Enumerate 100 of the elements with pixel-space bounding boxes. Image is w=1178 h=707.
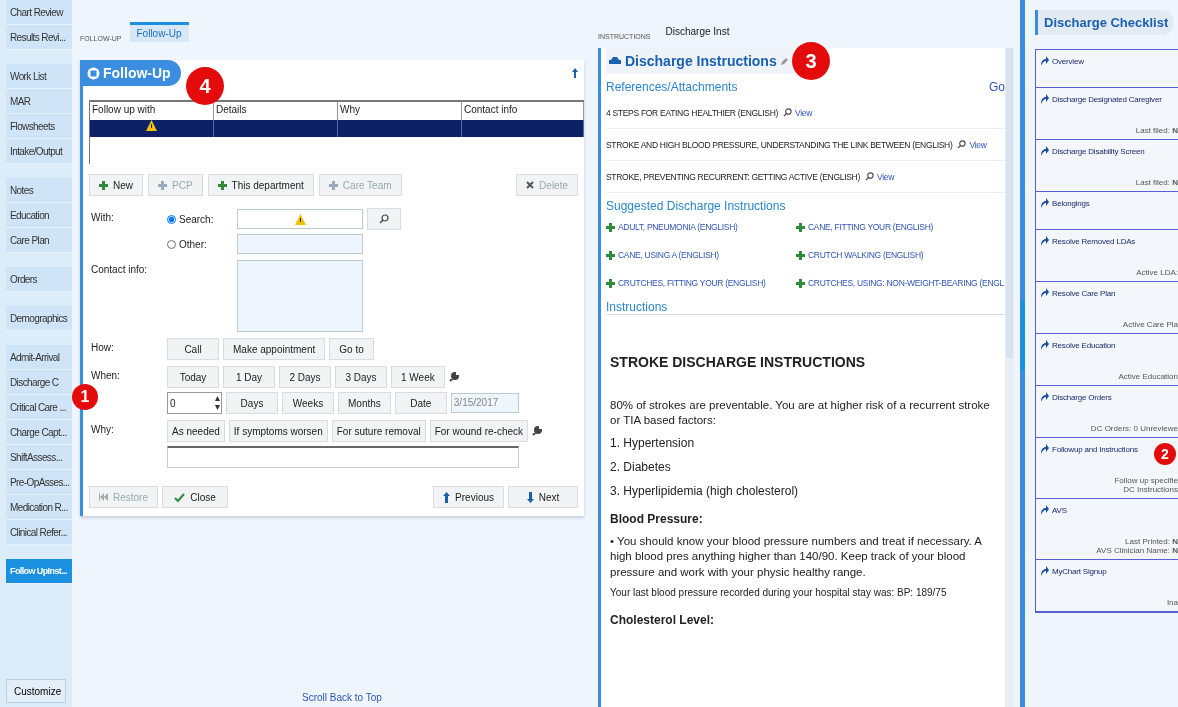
list-item: 2. Diabetes [610, 459, 672, 476]
option-button[interactable]: 2 Days [279, 366, 331, 388]
sidebar-item[interactable]: Flowsheets [6, 114, 72, 139]
scroll-to-top-link[interactable]: Scroll Back to Top [302, 692, 382, 703]
reference-title: STROKE, PREVENTING RECURRENT: GETTING ACTIVE (ENGLISH) [606, 171, 860, 182]
section-title: Follow-Up [83, 60, 181, 86]
field-label: How: [91, 341, 115, 353]
checklist-note: Active Education [1117, 372, 1178, 381]
section-heading: Suggested Discharge Instructions [606, 199, 786, 213]
section-heading: References/Attachments [606, 80, 738, 94]
suggested-instruction-link[interactable]: CRUTCH WALKING (ENGLISH) [796, 250, 1005, 260]
list-item: 1. Hypertension [610, 434, 696, 452]
next-button[interactable]: Next [508, 486, 578, 508]
sidebar-item[interactable]: MAR [6, 89, 72, 114]
checklist-note: Active LDA: [1135, 268, 1178, 277]
document-heading: STROKE DISCHARGE INSTRUCTIONS [610, 353, 867, 372]
view-link[interactable]: View [864, 171, 895, 182]
document-subheading: Cholesterol Level: [610, 611, 716, 628]
option-button[interactable]: For wound re-check [429, 420, 529, 442]
checklist-note: AVS Clinician Name: N [1095, 546, 1178, 555]
checklist-item[interactable]: Resolve Removed LDAs [1040, 236, 1136, 246]
option-button[interactable]: Months [338, 392, 391, 414]
field-label: With: [91, 211, 115, 223]
sidebar-item[interactable]: Discharge C [6, 370, 72, 395]
view-link[interactable]: View [957, 139, 987, 150]
sidebar-item[interactable]: Charge Capt... [6, 420, 72, 445]
sidebar-item[interactable]: Pre-OpAsses... [6, 470, 72, 495]
field-label: When: [91, 369, 121, 381]
checklist-note: Last Printed: N [1124, 537, 1178, 546]
checklist-item[interactable]: AVS [1040, 505, 1067, 515]
checklist-item[interactable]: Discharge Designated Caregiver [1040, 94, 1162, 104]
sidebar-item[interactable]: Care Plan [6, 228, 72, 253]
document-paragraph: 80% of strokes are preventable. You are at higher risk of a recurrent stroke or TIA based factors: [610, 397, 991, 429]
option-button[interactable]: 1 Week [391, 366, 445, 388]
close-button[interactable]: Close [162, 486, 228, 508]
tab[interactable]: Discharge Inst [658, 20, 737, 40]
checklist-item[interactable]: Resolve Care Plan [1040, 288, 1116, 298]
option-button[interactable]: Go to [329, 338, 374, 360]
sidebar-item[interactable]: Admit-Arrival [6, 345, 72, 370]
field-label: Contact info: [91, 263, 149, 275]
checklist-item[interactable]: Belongings [1040, 198, 1090, 208]
checklist-item[interactable]: Overview [1040, 56, 1084, 66]
sidebar-item[interactable]: Critical Care ... [6, 395, 72, 420]
sidebar-item[interactable]: Education [6, 203, 72, 228]
sidebar-item[interactable]: Demographics [6, 306, 72, 331]
sidebar-item[interactable]: ShiftAssess... [6, 445, 72, 470]
sidebar-item[interactable]: Work List [6, 64, 72, 89]
reference-title: STROKE AND HIGH BLOOD PRESSURE, UNDERSTANDING THE LINK BETWEEN (ENGLISH) [606, 139, 953, 150]
option-button[interactable]: As needed [167, 420, 225, 442]
checklist-item[interactable]: Followup and Instructions [1040, 444, 1138, 454]
sidebar-item[interactable]: Results Revi... [6, 25, 72, 50]
section-heading: Instructions [606, 300, 668, 314]
reference-title: 4 STEPS FOR EATING HEALTHIER (ENGLISH) [606, 107, 778, 118]
document-paragraph: • You should know your blood pressure numbers and treat if necessary. A high blood pres anything higher than 140/90. Keep track of your blood pressure and work with your physic healthy range. [610, 533, 983, 580]
go-link[interactable]: Go [989, 80, 1005, 94]
number-spinner[interactable]: 0 [167, 392, 222, 414]
suggested-instruction-link[interactable]: ADULT, PNEUMONIA (ENGLISH) [606, 222, 796, 232]
document-paragraph: Your last blood pressure recorded during your hospital stay was: BP: 189/75 [610, 586, 948, 600]
checklist-note: Active Care Pla [1121, 320, 1178, 329]
view-link[interactable]: View [783, 107, 813, 118]
option-button[interactable]: Date [394, 392, 447, 414]
checklist-item[interactable]: Resolve Education [1040, 340, 1116, 350]
field-label: Why: [91, 423, 115, 435]
option-button[interactable]: Days [226, 392, 278, 414]
customize-button[interactable]: Customize [6, 679, 66, 703]
checklist-note: DC Orders: 0 Unreviewe [1089, 424, 1178, 433]
checklist-item[interactable]: Discharge Orders [1040, 392, 1112, 402]
checklist-note: Follow up specifie [1113, 476, 1178, 485]
sidebar-item[interactable]: Notes [6, 178, 72, 203]
checklist-title: Discharge Checklist [1035, 10, 1175, 35]
option-button[interactable]: For suture removal [331, 420, 426, 442]
checklist-item[interactable]: MyChart Signup [1040, 566, 1107, 576]
option-button[interactable]: Weeks [282, 392, 334, 414]
radio-label: Other: [179, 238, 207, 250]
sidebar-item[interactable]: Medication R... [6, 495, 72, 520]
suggested-instruction-link[interactable]: CRUTCHES, USING: NON-WEIGHT-BEARING (ENGL [796, 278, 1005, 288]
suggested-instruction-link[interactable]: CANE, USING A (ENGLISH) [606, 250, 796, 260]
option-button[interactable]: Today [167, 366, 219, 388]
checklist-note: Last filed: N [1134, 178, 1178, 187]
sidebar-item[interactable]: Clinical Refer... [6, 520, 72, 545]
number-badge: 3 [792, 42, 830, 80]
sidebar-item[interactable]: Orders [6, 267, 72, 292]
suggested-instruction-link[interactable]: CANE, FITTING YOUR (ENGLISH) [796, 222, 1005, 232]
radio-label: Search: [179, 213, 214, 225]
option-button[interactable]: 1 Day [223, 366, 275, 388]
add-button[interactable]: New [89, 174, 143, 196]
option-button[interactable]: Make appointment [223, 338, 326, 360]
option-button[interactable]: If symptoms worsen [228, 420, 328, 442]
previous-button[interactable]: Previous [433, 486, 504, 508]
checklist-item[interactable]: Discharge Disability Screen [1040, 146, 1145, 156]
add-button[interactable]: This department [207, 174, 314, 196]
number-badge: 1 [72, 384, 98, 410]
option-button[interactable]: 3 Days [335, 366, 387, 388]
tab[interactable]: Follow-Up [129, 22, 189, 42]
option-button[interactable]: Call [167, 338, 219, 360]
suggested-instruction-link[interactable]: CRUTCHES, FITTING YOUR (ENGLISH) [606, 278, 796, 288]
sidebar-item[interactable]: Chart Review [6, 0, 72, 25]
sidebar-item[interactable]: Intake/Output [6, 139, 72, 164]
checklist-note: Last filed: N [1134, 126, 1178, 135]
checklist-note: DC Instructions [1122, 485, 1178, 494]
